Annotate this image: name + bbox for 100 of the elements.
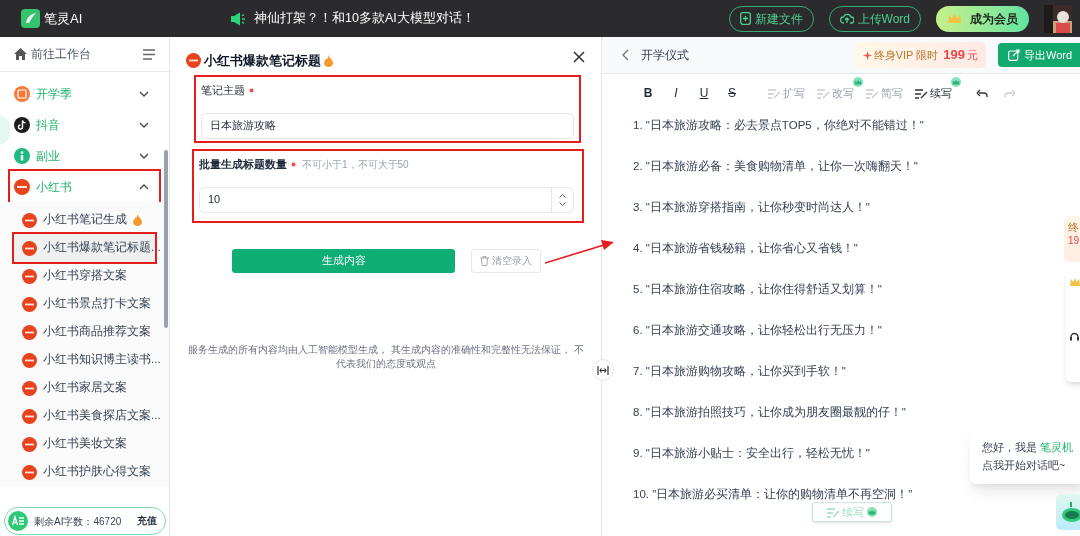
underline-button[interactable]: U xyxy=(690,84,718,102)
crown-icon xyxy=(865,507,878,517)
number-field[interactable]: 10 xyxy=(199,186,574,213)
document-line: 10. "日本旅游必买清单：让你的购物清单不再空洞！" xyxy=(633,487,913,502)
export-icon xyxy=(1008,49,1020,61)
document-title: 开学仪式 xyxy=(641,47,689,64)
pen-lines-icon xyxy=(866,87,879,99)
chatbot-button[interactable] xyxy=(1056,494,1080,530)
recharge-button[interactable]: 充值 xyxy=(137,513,157,529)
app-badge-icon xyxy=(22,380,37,396)
tool-item[interactable]: 小红书笔记生成 xyxy=(14,206,155,234)
tool-label: 小红书穿搭文案 xyxy=(43,268,127,284)
undo-icon xyxy=(976,88,988,98)
tool-label: 小红书护肤心得文案 xyxy=(43,464,151,480)
tool-label: 小红书景点打卡文案 xyxy=(43,296,151,312)
pen-lines-icon xyxy=(768,87,781,99)
tool-item[interactable]: 小红书景点打卡文案 xyxy=(14,290,155,318)
pen-lines-icon xyxy=(826,506,840,518)
app-badge-icon xyxy=(22,240,37,256)
tool-label: 小红书爆款笔记标题... xyxy=(43,240,161,256)
document-line: 3. "日本旅游穿搭指南，让你秒变时尚达人！" xyxy=(633,200,870,215)
strikethrough-button[interactable]: S xyxy=(718,84,746,102)
back-button[interactable] xyxy=(622,49,629,61)
menu-button[interactable] xyxy=(143,48,155,60)
balance-text: 剩余AI字数：46720 xyxy=(34,514,122,529)
category-label: 副业 xyxy=(36,147,60,165)
cloud-upload-icon xyxy=(839,13,854,24)
side-card-price: 19 xyxy=(1068,234,1080,248)
back-icon xyxy=(622,49,629,61)
app-badge-icon xyxy=(22,268,37,284)
trash-icon xyxy=(480,255,489,266)
tool-item[interactable]: 小红书家居文案 xyxy=(14,374,155,402)
app-badge-icon xyxy=(22,212,37,228)
tool-item[interactable]: 小红书穿搭文案 xyxy=(14,262,155,290)
promo-price: 199 xyxy=(943,46,965,65)
app-badge-icon xyxy=(186,53,201,69)
close-icon xyxy=(573,51,585,63)
field-label: 笔记主题 xyxy=(201,83,245,99)
flame-icon xyxy=(133,214,142,226)
undo-button[interactable] xyxy=(976,88,988,98)
document-line: 2. "日本旅游必备：美食购物清单，让你一次嗨翻天！" xyxy=(633,159,918,174)
category-label: 小红书 xyxy=(36,178,72,196)
field-label: 批量生成标题数量 xyxy=(199,157,287,173)
document-line: 8. "日本旅游拍照技巧，让你成为朋友圈最靓的仔！" xyxy=(633,405,906,420)
member-button[interactable]: 成为会员 xyxy=(936,5,1029,32)
app-badge-icon xyxy=(22,324,37,340)
app-badge-icon xyxy=(22,296,37,312)
vip-promo-banner[interactable]: 终身VIP 限时 199元 xyxy=(854,42,986,68)
sparkle-icon xyxy=(862,50,872,60)
category-label: 抖音 xyxy=(36,116,60,134)
vip-side-card[interactable]: 终 19 xyxy=(1064,216,1080,262)
redo-icon xyxy=(1004,88,1016,98)
tool-item[interactable]: 小红书商品推荐文案 xyxy=(14,318,155,346)
service-side-card[interactable] xyxy=(1066,270,1080,382)
chevron-up-icon xyxy=(139,183,149,190)
chat-bubble[interactable]: 您好，我是 笔灵机 点我开始对话吧~ xyxy=(970,428,1080,484)
pen-lines-icon xyxy=(817,87,830,99)
chat-greeting: 您好，我是 笔灵机 xyxy=(982,440,1074,455)
announcement-text: 神仙打架？！和10多款AI大模型对话！ xyxy=(254,10,475,28)
document-line: 4. "日本旅游省钱秘籍，让你省心又省钱！" xyxy=(633,241,858,256)
document-line: 5. "日本旅游住宿攻略，让你住得舒适又划算！" xyxy=(633,282,882,297)
disclaimer-text: 服务生成的所有内容均由人工智能模型生成， 其生成内容的准确性和完整性无法保证， 不代表我们的态度或观点 xyxy=(187,343,585,371)
tool-label: 小红书家居文案 xyxy=(43,380,127,396)
app-badge-icon xyxy=(22,436,37,452)
chevron-up-icon xyxy=(559,193,566,198)
music-note-icon xyxy=(14,116,30,133)
chat-prompt: 点我开始对话吧~ xyxy=(982,457,1067,473)
menu-icon xyxy=(143,48,155,60)
chevron-down-icon xyxy=(139,90,149,97)
chevron-down-icon xyxy=(139,152,149,159)
app-badge-icon xyxy=(22,352,37,368)
pen-lines-icon xyxy=(915,87,928,99)
chevron-down-icon xyxy=(139,121,149,128)
italic-button[interactable]: I xyxy=(662,84,690,102)
tool-label: 小红书美食探店文案... xyxy=(43,408,161,424)
scrollbar-thumb[interactable] xyxy=(164,150,168,328)
chevron-down-icon xyxy=(559,201,566,206)
bold-button[interactable]: B xyxy=(634,84,662,102)
home-icon xyxy=(14,48,27,60)
app-badge-icon xyxy=(22,408,37,424)
close-button[interactable] xyxy=(573,51,585,63)
tool-item[interactable]: 小红书护肤心得文案 xyxy=(14,458,155,486)
ai-badge-icon xyxy=(8,511,28,531)
document-line: 6. "日本旅游交通攻略，让你轻松出行无压力！" xyxy=(633,323,882,338)
tool-label: 小红书知识博主读书... xyxy=(43,352,161,368)
promo-text: 终身VIP 限时 xyxy=(873,47,939,63)
ai-tool-button[interactable]: 续写 xyxy=(915,84,952,102)
logo-text: 笔灵AI xyxy=(44,9,83,28)
crown-icon xyxy=(1070,278,1080,286)
document-line: 1. "日本旅游攻略：必去景点TOP5，你绝对不能错过！" xyxy=(633,118,924,133)
text-field[interactable]: 日本旅游攻略 xyxy=(201,112,574,139)
document-line: 9. "日本旅游小贴士：安全出行，轻松无忧！" xyxy=(633,446,870,461)
resize-handle[interactable] xyxy=(592,359,614,381)
workbench-link[interactable]: 前往工作台 xyxy=(31,45,91,63)
crown-icon xyxy=(947,13,962,24)
calendar-icon xyxy=(14,85,30,102)
category-label: 开学季 xyxy=(36,85,72,103)
tool-item[interactable]: 小红书美妆文案 xyxy=(14,430,155,458)
promo-unit: 元 xyxy=(967,47,978,63)
field-hint: 不可小于1，不可大于50 xyxy=(302,158,409,172)
